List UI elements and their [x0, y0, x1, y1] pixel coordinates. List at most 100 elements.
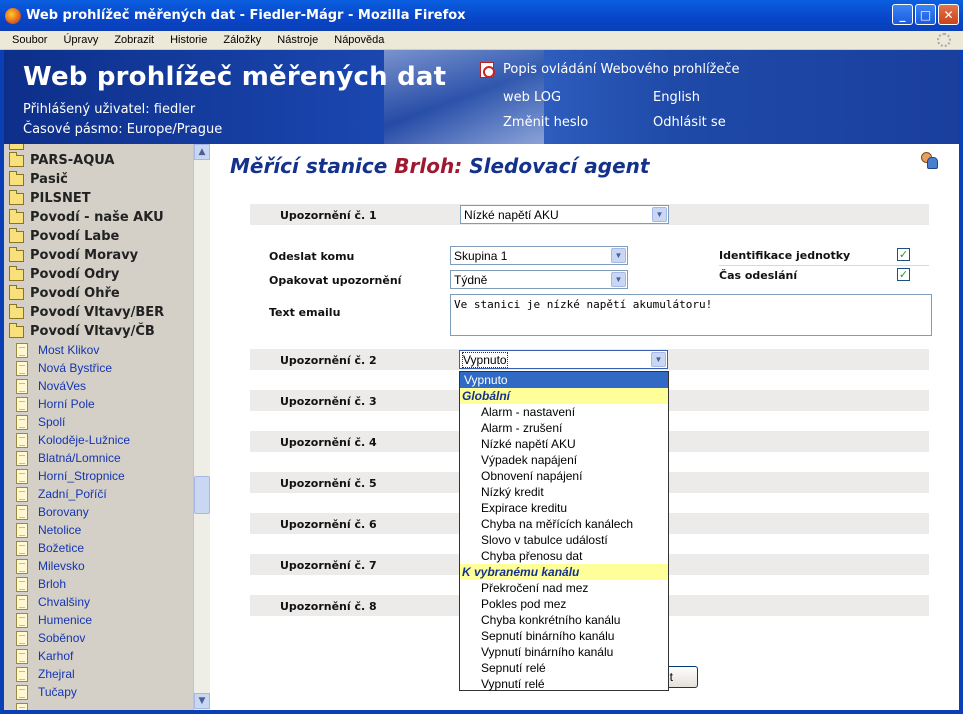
- folder-icon: [9, 265, 24, 281]
- menu-zobrazit[interactable]: Zobrazit: [106, 34, 162, 46]
- tree-folder[interactable]: Povodí - naše AKU: [9, 208, 164, 227]
- alert-2-dropdown-list[interactable]: Vypnuto Globální Alarm - nastavení Alarm…: [459, 371, 669, 691]
- station-item[interactable]: Blatná/Lomnice: [16, 449, 121, 467]
- tree-folder[interactable]: Pasič: [9, 170, 68, 189]
- window-titlebar[interactable]: Web prohlížeč měřených dat - Fiedler-Mág…: [0, 0, 963, 31]
- station-item[interactable]: Nová Bystřice: [16, 359, 112, 377]
- dropdown-option[interactable]: Nízké napětí AKU: [460, 436, 668, 452]
- dropdown-option[interactable]: Vypnutí relé: [460, 676, 668, 692]
- station-item[interactable]: NováVes: [16, 377, 86, 395]
- station-item[interactable]: Horní_Stropnice: [16, 467, 125, 485]
- station-item[interactable]: Soběnov: [16, 629, 85, 647]
- english-link[interactable]: English: [653, 90, 700, 105]
- dropdown-option[interactable]: Vypnutí binárního kanálu: [460, 644, 668, 660]
- minimize-button[interactable]: _: [892, 4, 913, 25]
- weblog-link[interactable]: web LOG: [503, 90, 561, 105]
- window-border-right: [959, 50, 963, 714]
- station-item[interactable]: Humenice: [16, 611, 92, 629]
- send-time-checkbox[interactable]: ✓: [897, 268, 910, 281]
- station-item[interactable]: Karhof: [16, 647, 73, 665]
- tree-folder[interactable]: PILSNET: [9, 189, 91, 208]
- station-item[interactable]: Milevsko: [16, 557, 85, 575]
- scroll-thumb[interactable]: [194, 476, 210, 514]
- dropdown-option[interactable]: Chyba přenosu dat: [460, 548, 668, 564]
- dropdown-option[interactable]: Překročení nad mez: [460, 580, 668, 596]
- station-item[interactable]: Netolice: [16, 521, 81, 539]
- dropdown-option[interactable]: Alarm - zrušení: [460, 420, 668, 436]
- station-item[interactable]: Koloděje-Lužnice: [16, 431, 130, 449]
- maximize-button[interactable]: □: [915, 4, 936, 25]
- dropdown-option[interactable]: Chyba konkrétního kanálu: [460, 612, 668, 628]
- unit-id-label: Identifikace jednotky: [719, 249, 851, 262]
- document-icon: [16, 666, 28, 682]
- tree-folder[interactable]: Povodí Labe: [9, 227, 119, 246]
- dropdown-option[interactable]: Obnovení napájení: [460, 468, 668, 484]
- dropdown-option[interactable]: Nízký kredit: [460, 484, 668, 500]
- document-icon: [16, 612, 28, 628]
- dropdown-option[interactable]: Sepnutí relé: [460, 660, 668, 676]
- menu-upravy[interactable]: Úpravy: [55, 34, 106, 46]
- close-button[interactable]: ✕: [938, 4, 959, 25]
- station-item[interactable]: Zadní_Poříčí: [16, 485, 107, 503]
- tree-folder-open[interactable]: Povodí Vltavy/ČB: [9, 322, 155, 341]
- document-icon: [16, 522, 28, 538]
- alert-2-select[interactable]: Vypnuto ▼: [459, 350, 668, 369]
- document-icon: [16, 414, 28, 430]
- station-label: Borovany: [38, 505, 89, 519]
- station-item[interactable]: Horní Pole: [16, 395, 95, 413]
- send-to-select[interactable]: Skupina 1 ▼: [450, 246, 628, 265]
- chevron-down-icon[interactable]: ▼: [611, 272, 626, 287]
- alert-1-select[interactable]: Nízké napětí AKU ▼: [460, 205, 669, 224]
- menu-zalozky[interactable]: Záložky: [215, 34, 269, 46]
- chevron-down-icon[interactable]: ▼: [652, 207, 667, 222]
- tree-folder[interactable]: Povodí Vltavy/BER: [9, 303, 164, 322]
- dropdown-option[interactable]: Expirace kreditu: [460, 500, 668, 516]
- menu-napoveda[interactable]: Nápověda: [326, 34, 392, 46]
- station-item[interactable]: Tučapy: [16, 683, 77, 701]
- dropdown-option[interactable]: Pokles pod mez: [460, 596, 668, 612]
- users-icon[interactable]: [921, 152, 938, 169]
- folder-label: PILSNET: [30, 191, 91, 206]
- app-title: Web prohlížeč měřených dat: [23, 62, 447, 92]
- scroll-up-button[interactable]: ▲: [194, 144, 210, 160]
- station-label: Koloděje-Lužnice: [38, 433, 131, 447]
- dropdown-option[interactable]: Výpadek napájení: [460, 452, 668, 468]
- chevron-down-icon[interactable]: ▼: [651, 352, 666, 367]
- email-text-area[interactable]: Ve stanici je nízké napětí akumulátoru!: [450, 294, 932, 336]
- sidebar-scrollbar[interactable]: ▲ ▼: [193, 144, 210, 710]
- station-item[interactable]: Božetice: [16, 539, 84, 557]
- folder-label: Povodí Ohře: [30, 286, 120, 301]
- dropdown-option[interactable]: Chyba na měřících kanálech: [460, 516, 668, 532]
- unit-id-checkbox[interactable]: ✓: [897, 248, 910, 261]
- station-item-partial[interactable]: [16, 701, 38, 710]
- document-icon: [16, 630, 28, 646]
- dropdown-option[interactable]: Alarm - nastavení: [460, 404, 668, 420]
- logout-link[interactable]: Odhlásit se: [653, 115, 726, 130]
- station-item[interactable]: Most Klikov: [16, 341, 99, 359]
- station-item[interactable]: Borovany: [16, 503, 89, 521]
- menu-bar: Soubor Úpravy Zobrazit Historie Záložky …: [0, 31, 963, 50]
- document-icon: [16, 486, 28, 502]
- tree-folder[interactable]: Povodí Ohře: [9, 284, 120, 303]
- folder-label: Pasič: [30, 172, 68, 187]
- station-label: Blatná/Lomnice: [38, 451, 121, 465]
- chevron-down-icon[interactable]: ▼: [611, 248, 626, 263]
- dropdown-option[interactable]: Sepnutí binárního kanálu: [460, 628, 668, 644]
- repeat-select[interactable]: Týdně ▼: [450, 270, 628, 289]
- change-password-link[interactable]: Změnit heslo: [503, 115, 588, 130]
- menu-historie[interactable]: Historie: [162, 34, 215, 46]
- station-item[interactable]: Zhejral: [16, 665, 75, 683]
- scroll-down-button[interactable]: ▼: [194, 693, 210, 709]
- dropdown-option-selected[interactable]: Vypnuto: [460, 372, 668, 388]
- document-icon: [16, 396, 28, 412]
- station-item[interactable]: Brloh: [16, 575, 66, 593]
- menu-nastroje[interactable]: Nástroje: [269, 34, 326, 46]
- station-item[interactable]: Spolí: [16, 413, 65, 431]
- dropdown-option[interactable]: Slovo v tabulce událostí: [460, 532, 668, 548]
- menu-soubor[interactable]: Soubor: [4, 34, 55, 46]
- tree-folder[interactable]: Povodí Odry: [9, 265, 119, 284]
- tree-folder[interactable]: Povodí Moravy: [9, 246, 138, 265]
- station-item[interactable]: Chvalšiny: [16, 593, 90, 611]
- tree-folder[interactable]: PARS-AQUA: [9, 151, 115, 170]
- help-link[interactable]: Popis ovládání Webového prohlížeče: [503, 62, 740, 77]
